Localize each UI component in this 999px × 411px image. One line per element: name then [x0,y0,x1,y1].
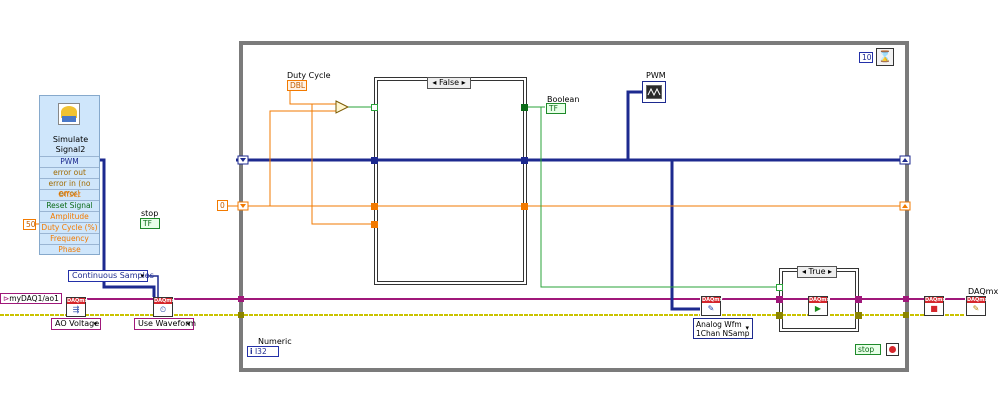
express-terminal-row[interactable]: Phase [40,244,99,255]
case-selector-true[interactable]: ◂ True ▸ [797,266,837,278]
init-value-constant[interactable]: 0 [217,200,228,211]
wait-ms-constant[interactable]: 10 [859,52,873,63]
wait-clock-icon: ⌛ [878,50,892,63]
express-terminal-row[interactable]: Reset Signal [40,200,99,211]
numeric-label: Numeric [258,337,292,346]
iteration-icon: i [250,347,253,356]
case-selector-false[interactable]: ◂ False ▸ [427,77,471,89]
daqmx-clear-label: DAQmx C [968,287,999,296]
daqmx-stop-task[interactable]: DAQmx ■ [924,296,946,316]
lower-case-tunnel-task-out [855,296,862,303]
loop-condition-icon[interactable] [886,343,899,356]
case-tunnel-num-in [371,203,378,210]
stop-left-terminal[interactable]: TF [140,218,160,229]
timing-clock-icon: ⏲ [159,305,167,314]
express-terminal-row[interactable]: error out [40,167,99,178]
simulate-signal-express-vi[interactable]: Simulate Signal2 PWM error out error in (n… [39,95,100,255]
express-terminal-row[interactable]: Amplitude [40,211,99,222]
write-type-ring[interactable]: Analog Wfm 1Chan NSamp ▾ [693,318,753,339]
stop-right-terminal[interactable]: stop [855,344,881,355]
pwm-graph-terminal[interactable] [642,81,666,103]
waveform-graph-icon [646,85,662,99]
inner-case-structure[interactable] [374,77,527,285]
lower-case-tunnel-task-in [776,296,783,303]
case-tunnel-wave-in [371,157,378,164]
duty-cycle-control-terminal[interactable]: DBL [287,80,307,91]
channel-constant[interactable]: ⊳myDAQ1/ao1 [0,293,62,304]
lower-case-tunnel-err-in [776,312,783,319]
case-tunnel-bool-in [371,104,378,111]
simulate-signal-icon [58,103,80,125]
duty-cycle-input-constant[interactable]: 50 [23,219,36,230]
daqmx-create-channel[interactable]: DAQmx ⇶ [66,297,88,317]
pwm-label: PWM [646,71,666,80]
sample-mode-ring[interactable]: Continuous Samples ▾ [68,270,154,282]
case-tunnel-bool-out [521,104,528,111]
case-tunnel-wave-out [521,157,528,164]
next-case-icon[interactable]: ▸ [462,78,466,87]
clear-eraser-icon: ✎ [972,304,980,313]
express-vi-title: Simulate Signal2 [52,135,89,154]
case-tunnel-duty-in [371,221,378,228]
start-play-icon: ▶ [814,304,822,313]
daqmx-clear-task[interactable]: DAQmx ✎ [966,296,988,316]
prev-case-icon[interactable]: ◂ [802,267,806,276]
compare-node[interactable] [335,100,350,114]
create-channel-icon: ⇶ [72,305,80,314]
duty-cycle-label: Duty Cycle [287,71,331,80]
next-case-icon[interactable]: ▸ [828,267,832,276]
ao-voltage-ring[interactable]: AO Voltage ▾ [51,318,101,330]
prev-case-icon[interactable]: ◂ [432,78,436,87]
express-terminal-row[interactable]: Offset [40,189,99,200]
daqmx-write[interactable]: DAQmx ✎ [701,296,723,316]
lower-case-tunnel-err-out [855,312,862,319]
stop-square-icon: ■ [930,304,938,313]
express-terminal-row[interactable]: Frequency [40,233,99,244]
daqmx-start-task[interactable]: DAQmx ▶ [808,296,830,316]
write-pencil-icon: ✎ [707,304,715,313]
wait-ms-function[interactable]: ⌛ [876,48,894,66]
stop-left-label: stop [141,209,159,218]
boolean-indicator-terminal[interactable]: TF [546,103,566,114]
daqmx-timing[interactable]: DAQmx ⏲ [153,297,175,317]
use-waveform-ring[interactable]: Use Waveform ▾ [134,318,196,330]
express-terminal-row[interactable]: PWM [40,156,99,167]
express-terminal-row[interactable]: Duty Cycle (%) [40,222,99,233]
numeric-indicator-terminal[interactable]: i I32 [247,346,279,357]
express-terminal-row[interactable]: error in (no error) [40,178,99,198]
case-tunnel-num-out [521,203,528,210]
stop-right-label: stop [858,345,875,354]
lower-case-selector-tunnel [776,284,783,291]
